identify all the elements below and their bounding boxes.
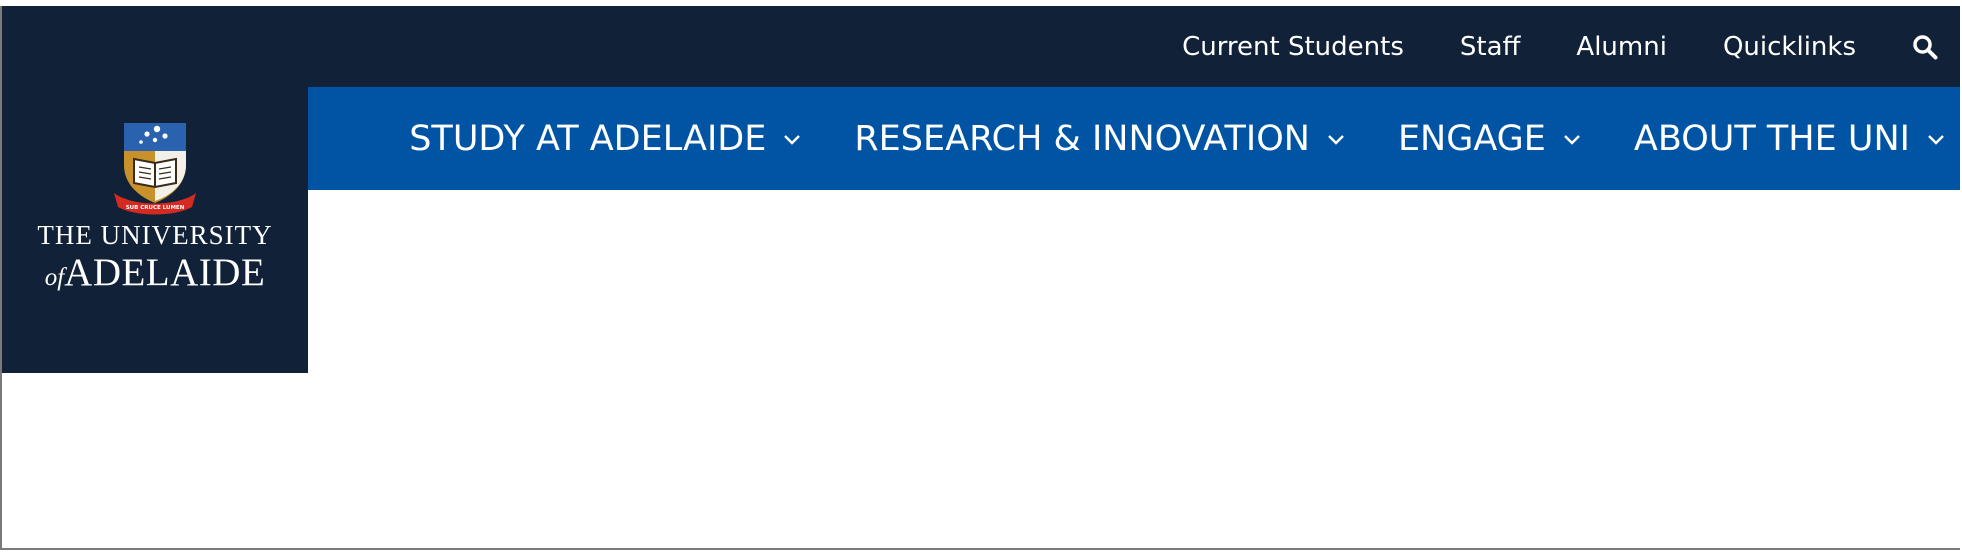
logo-line-university: THE UNIVERSITY: [37, 220, 273, 250]
nav-item-label: ENGAGE: [1397, 118, 1546, 159]
nav-item-label: ABOUT THE UNI: [1633, 118, 1910, 159]
chevron-down-icon: [782, 132, 802, 146]
main-nav-items: STUDY AT ADELAIDE RESEARCH & INNOVATION …: [409, 87, 1960, 190]
search-icon[interactable]: [1910, 32, 1940, 62]
main-nav: STUDY AT ADELAIDE RESEARCH & INNOVATION …: [308, 87, 1960, 190]
utility-nav: Current Students Staff Alumni Quicklinks: [1182, 6, 1960, 87]
chevron-down-icon: [1326, 132, 1346, 146]
nav-item-label: STUDY AT ADELAIDE: [409, 118, 767, 159]
motto-text: SUB CRUCE LUMEN: [126, 205, 185, 211]
logo-wordmark: THE UNIVERSITY ofADELAIDE: [2, 220, 308, 302]
university-crest-icon: SUB CRUCE LUMEN: [112, 121, 198, 221]
utility-link-quicklinks[interactable]: Quicklinks: [1723, 32, 1856, 62]
nav-item-research-innovation[interactable]: RESEARCH & INNOVATION: [854, 119, 1346, 159]
university-logo[interactable]: SUB CRUCE LUMEN THE UNIVERSITY ofADELAID…: [2, 87, 308, 373]
nav-item-label: RESEARCH & INNOVATION: [854, 118, 1310, 159]
utility-link-alumni[interactable]: Alumni: [1576, 32, 1667, 62]
chevron-down-icon: [1926, 132, 1946, 146]
nav-item-engage[interactable]: ENGAGE: [1398, 119, 1582, 159]
logo-adelaide: ADELAIDE: [64, 251, 266, 294]
logo-of: of: [44, 264, 65, 291]
utility-bar: Current Students Staff Alumni Quicklinks: [2, 6, 1960, 87]
nav-item-study-at-adelaide[interactable]: STUDY AT ADELAIDE: [409, 119, 802, 159]
utility-link-staff[interactable]: Staff: [1460, 32, 1521, 62]
chevron-down-icon: [1562, 132, 1582, 146]
utility-link-current-students[interactable]: Current Students: [1182, 32, 1404, 62]
logo-line-adelaide: ofADELAIDE: [2, 252, 308, 302]
nav-item-about-the-uni[interactable]: ABOUT THE UNI: [1634, 119, 1946, 159]
